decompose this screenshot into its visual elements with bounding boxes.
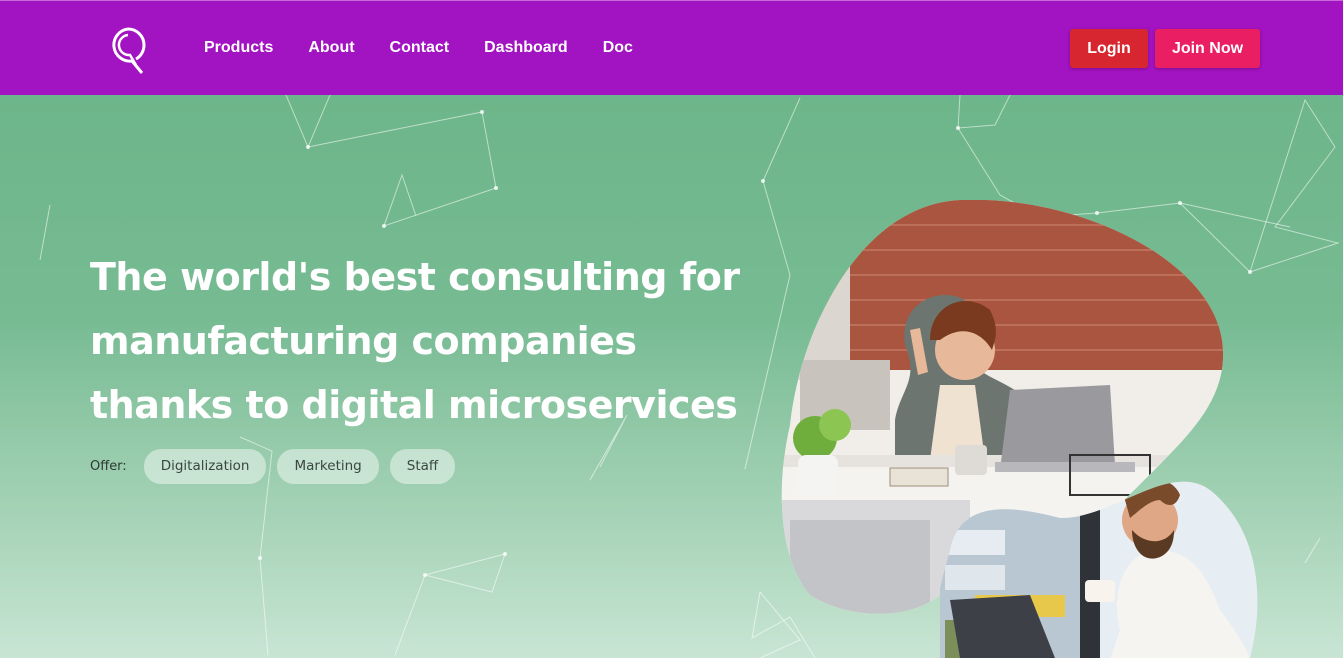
nav-link-about[interactable]: About — [308, 38, 354, 58]
main-nav: Products About Contact Dashboard Doc — [204, 38, 668, 58]
nav-link-contact[interactable]: Contact — [390, 38, 450, 58]
headline-line-1: The world's best consulting for — [90, 255, 740, 299]
nav-link-products[interactable]: Products — [204, 38, 273, 58]
offer-label: Offer: — [90, 459, 127, 474]
offer-tag-staff[interactable]: Staff — [389, 449, 456, 484]
top-navbar: Products About Contact Dashboard Doc Log… — [0, 0, 1343, 95]
headline-line-2: manufacturing companies — [90, 319, 637, 363]
offer-tag-marketing[interactable]: Marketing — [277, 449, 379, 484]
offer-tags-row: Offer: Digitalization Marketing Staff — [90, 449, 466, 484]
login-button[interactable]: Login — [1070, 29, 1148, 68]
hero-headline: The world's best consulting for manufact… — [90, 245, 770, 437]
hero-section: The world's best consulting for manufact… — [0, 95, 1343, 658]
q-logo-icon[interactable] — [106, 25, 150, 77]
join-now-button[interactable]: Join Now — [1155, 29, 1260, 68]
offer-tag-digitalization[interactable]: Digitalization — [143, 449, 267, 484]
nav-link-doc[interactable]: Doc — [603, 38, 633, 58]
hero-photo-collage — [781, 200, 1258, 658]
nav-link-dashboard[interactable]: Dashboard — [484, 38, 568, 58]
headline-line-3: thanks to digital microservices — [90, 383, 738, 427]
